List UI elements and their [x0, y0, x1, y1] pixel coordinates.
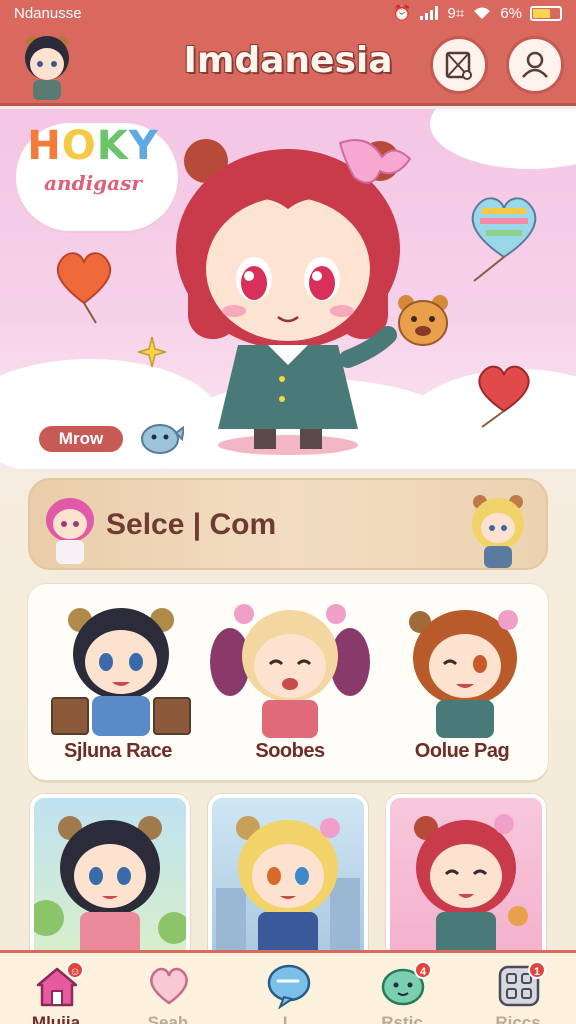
nav-item-chat[interactable]: L: [238, 953, 338, 1024]
black-hair-tile-chibi: [34, 816, 186, 960]
character-tile[interactable]: [208, 794, 368, 964]
user-icon: [522, 51, 548, 78]
heart-balloon-icon: [56, 252, 112, 324]
featured-item[interactable]: Sjluna Race: [32, 584, 204, 780]
rainbow-balloon-icon: [471, 197, 537, 282]
chat-bubble-icon: [267, 964, 311, 1009]
featured-item[interactable]: Oolue Pag: [376, 584, 548, 780]
friends-button[interactable]: [506, 36, 564, 94]
nav-item-home[interactable]: ☺ Mlujia: [6, 953, 106, 1024]
app-header: Imdanesia: [0, 26, 576, 106]
nav-item-label: L: [282, 1013, 294, 1024]
brand-subtitle: andigasr: [44, 171, 142, 195]
gallery-button[interactable]: [430, 36, 488, 94]
red-hair-tile-chibi: [414, 814, 528, 960]
featured-item-name: Oolue Pag: [414, 740, 510, 762]
brown-hair-chibi: [409, 610, 518, 738]
red-heart-balloon-icon: [478, 365, 530, 428]
wifi-icon: [474, 7, 491, 19]
nav-item-label: Seah: [147, 1013, 189, 1024]
picture-frame-icon: [445, 51, 472, 80]
black-hair-chibi: [51, 608, 191, 736]
bottom-navigation: ☺ Mlujia Seah L 4 Rstic 1 Riccs: [0, 950, 576, 1024]
character-tile[interactable]: [386, 794, 546, 964]
nav-item-more[interactable]: 1 Riccs: [468, 953, 568, 1024]
home-badge-icon: ☺: [66, 961, 84, 979]
more-badge: 1: [528, 961, 546, 979]
select-banner[interactable]: Selce | Com: [28, 478, 548, 570]
nav-item-label: Mlujia: [31, 1013, 81, 1024]
signal-icon: [419, 6, 438, 20]
hero-character: [176, 139, 412, 455]
friends-badge: 4: [414, 961, 432, 979]
nav-item-label: Riccs: [495, 1013, 541, 1024]
battery-percent: 6%: [500, 4, 522, 22]
pink-hair-chibi: [46, 498, 94, 564]
hero-banner: HOKY andigasr Mrow: [0, 109, 576, 469]
whale-mascot-icon: [141, 424, 184, 454]
status-bar: Ndanusse ⏰ 9⌗ 6%: [0, 0, 576, 26]
blonde-hair-tile-chibi: [216, 816, 360, 960]
pigtail-blonde-chibi: [210, 604, 370, 738]
nav-item-search[interactable]: Seah: [118, 953, 218, 1024]
mrow-button[interactable]: Mrow: [36, 423, 126, 455]
cloud-decoration: [430, 109, 576, 169]
featured-item-name: Sjluna Race: [64, 740, 172, 762]
character-tile[interactable]: [30, 794, 190, 964]
nav-item-friends[interactable]: 4 Rstic: [352, 953, 452, 1024]
featured-item-name: Soobes: [255, 740, 325, 762]
carrier-name: Ndanusse: [14, 4, 82, 22]
blonde-chibi: [472, 495, 524, 568]
featured-characters-card: Sjluna Race Soobes Oolue Pag: [28, 584, 548, 780]
page-title: Imdanesia: [183, 40, 393, 81]
brand-title: HOKY: [27, 123, 159, 169]
heart-icon: [150, 967, 188, 1005]
nav-item-label: Rstic: [381, 1013, 423, 1024]
featured-item[interactable]: Soobes: [204, 584, 376, 780]
profile-avatar[interactable]: [18, 30, 76, 102]
bear-plush-icon: [398, 295, 448, 346]
status-time: 9⌗: [447, 4, 465, 22]
alarm-icon: ⏰: [392, 5, 412, 22]
select-banner-label: Selce | Com: [106, 508, 277, 541]
battery-icon: [530, 5, 562, 21]
